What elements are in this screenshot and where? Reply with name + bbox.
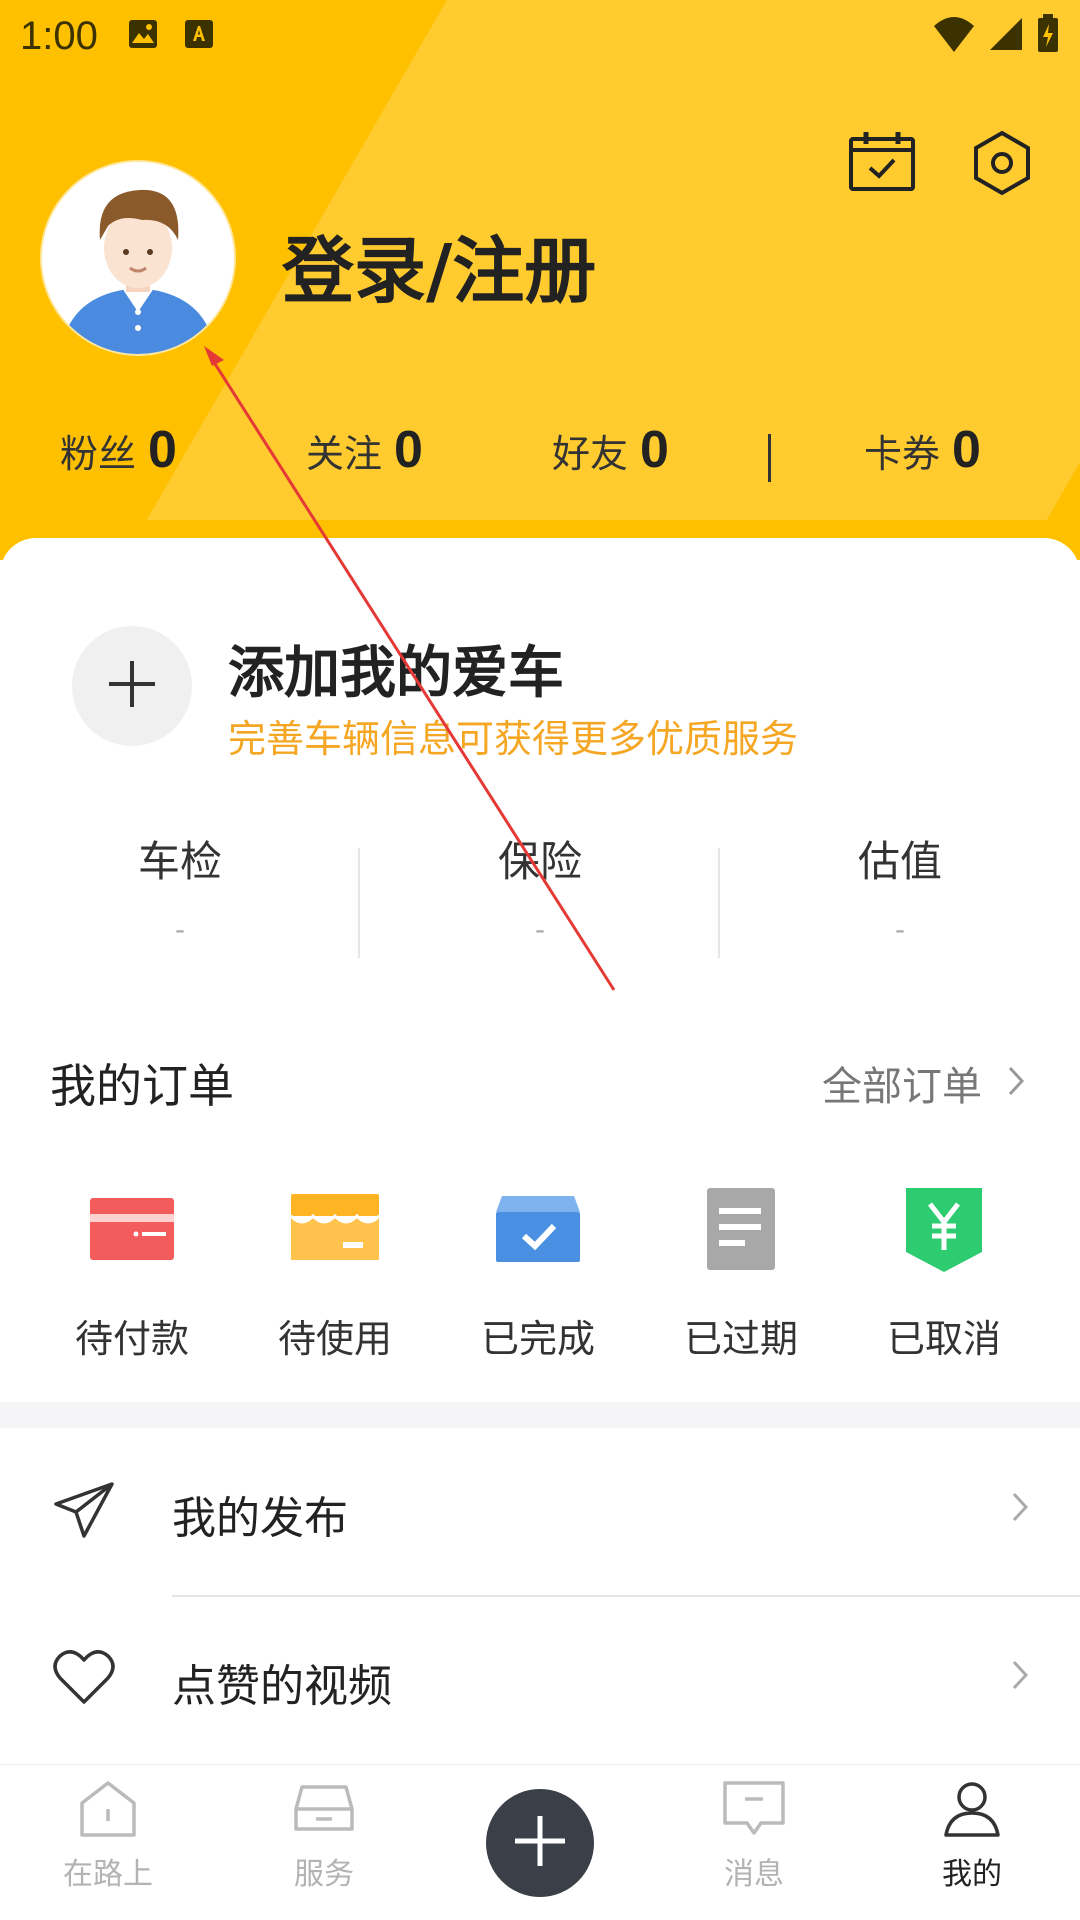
car-info-value: - xyxy=(894,913,906,946)
bottom-navigation: 在路上 服务 消息 我的 xyxy=(0,1764,1080,1920)
stat-value: 0 xyxy=(952,421,981,479)
nav-on-the-road[interactable]: 在路上 xyxy=(28,1779,188,1893)
orders-row: 待付款 待使用 已完成 已过期 已取消 xyxy=(0,1178,1080,1378)
order-label: 待付款 xyxy=(74,1317,189,1361)
content-card: 添加我的爱车 完善车辆信息可获得更多优质服务 车检 - 保险 - 估值 - 我的… xyxy=(0,538,1080,1768)
menu-my-posts[interactable]: 我的发布 xyxy=(0,1436,1080,1586)
car-info-inspection[interactable]: 车检 - xyxy=(0,828,360,946)
menu-label: 点赞的视频 xyxy=(172,1661,392,1712)
stat-coupons[interactable]: 卡券 0 xyxy=(864,420,981,480)
section-separator xyxy=(0,1402,1080,1428)
nav-label: 在路上 xyxy=(63,1857,153,1892)
stat-following[interactable]: 关注 0 xyxy=(306,420,423,480)
paper-plane-icon xyxy=(52,1480,116,1544)
stat-label: 卡券 xyxy=(864,432,941,476)
order-to-use[interactable]: 待使用 xyxy=(235,1178,435,1363)
status-bar: 1:00 xyxy=(0,0,1080,72)
add-car-button[interactable] xyxy=(72,626,192,746)
stat-label: 关注 xyxy=(306,432,383,476)
order-expired[interactable]: 已过期 xyxy=(641,1178,841,1363)
nav-label: 服务 xyxy=(294,1857,354,1892)
stat-friends[interactable]: 好友 0 xyxy=(552,420,669,480)
person-icon xyxy=(892,1779,1052,1843)
image-notification-icon xyxy=(128,19,158,53)
chevron-right-icon xyxy=(1012,1660,1029,1694)
order-label: 已取消 xyxy=(886,1317,1001,1361)
home-icon xyxy=(28,1779,188,1843)
nav-label: 消息 xyxy=(724,1857,784,1892)
wifi-icon xyxy=(932,14,976,58)
menu-label: 我的发布 xyxy=(172,1493,348,1544)
store-icon xyxy=(285,1178,385,1278)
stat-value: 0 xyxy=(640,421,669,479)
status-time: 1:00 xyxy=(20,13,98,58)
stat-value: 0 xyxy=(148,421,177,479)
nav-messages[interactable]: 消息 xyxy=(674,1779,834,1893)
car-info-value: - xyxy=(534,913,546,946)
car-info-label: 保险 xyxy=(497,837,582,886)
car-info-label: 估值 xyxy=(857,837,942,886)
nav-services[interactable]: 服务 xyxy=(244,1779,404,1893)
order-label: 待使用 xyxy=(277,1317,392,1361)
menu-divider xyxy=(172,1595,1080,1597)
car-info-insurance[interactable]: 保险 - xyxy=(360,828,720,946)
wallet-card-icon xyxy=(82,1178,182,1278)
add-car-subtitle: 完善车辆信息可获得更多优质服务 xyxy=(228,717,799,761)
app-notification-icon xyxy=(184,19,214,53)
car-info-row: 车检 - 保险 - 估值 - xyxy=(0,828,1080,958)
signal-icon xyxy=(988,16,1024,56)
order-label: 已过期 xyxy=(683,1317,798,1361)
plus-icon xyxy=(107,659,157,713)
car-info-label: 车检 xyxy=(137,837,222,886)
battery-icon xyxy=(1036,14,1060,58)
stat-label: 粉丝 xyxy=(60,432,137,476)
profile-header: 1:00 登录/注册 粉丝 0 关注 0 好友 0 卡券 0 xyxy=(0,0,1080,560)
stat-value: 0 xyxy=(394,421,423,479)
login-register-link[interactable]: 登录/注册 xyxy=(282,212,596,317)
create-post-button[interactable] xyxy=(486,1789,594,1897)
avatar[interactable] xyxy=(42,162,234,354)
order-cancelled[interactable]: 已取消 xyxy=(844,1178,1044,1363)
order-label: 已完成 xyxy=(480,1317,595,1361)
yen-shield-icon xyxy=(894,1178,994,1278)
car-info-value: - xyxy=(174,913,186,946)
menu-liked-videos[interactable]: 点赞的视频 xyxy=(0,1604,1080,1754)
car-info-valuation[interactable]: 估值 - xyxy=(720,828,1080,946)
calendar-checkin-icon[interactable] xyxy=(848,130,916,196)
nav-label: 我的 xyxy=(942,1857,1002,1892)
nav-me[interactable]: 我的 xyxy=(892,1779,1052,1893)
plus-icon xyxy=(513,1814,567,1872)
settings-icon[interactable] xyxy=(972,130,1032,200)
stat-fans[interactable]: 粉丝 0 xyxy=(60,420,177,480)
car-icon xyxy=(244,1779,404,1843)
order-completed[interactable]: 已完成 xyxy=(438,1178,638,1363)
chevron-right-icon xyxy=(1012,1492,1029,1526)
document-icon xyxy=(691,1178,791,1278)
box-check-icon xyxy=(488,1178,588,1278)
add-car-title[interactable]: 添加我的爱车 xyxy=(228,628,564,709)
all-orders-link[interactable]: 全部订单 xyxy=(822,1054,1025,1112)
stats-row: 粉丝 0 关注 0 好友 0 卡券 0 xyxy=(0,420,1080,500)
order-pending-payment[interactable]: 待付款 xyxy=(32,1178,232,1363)
all-orders-label: 全部订单 xyxy=(822,1064,982,1110)
chevron-right-icon xyxy=(1008,1060,1025,1106)
message-icon xyxy=(674,1779,834,1843)
orders-title: 我的订单 xyxy=(50,1059,234,1113)
stats-divider xyxy=(768,434,771,482)
stat-label: 好友 xyxy=(552,432,629,476)
heart-icon xyxy=(52,1648,116,1710)
